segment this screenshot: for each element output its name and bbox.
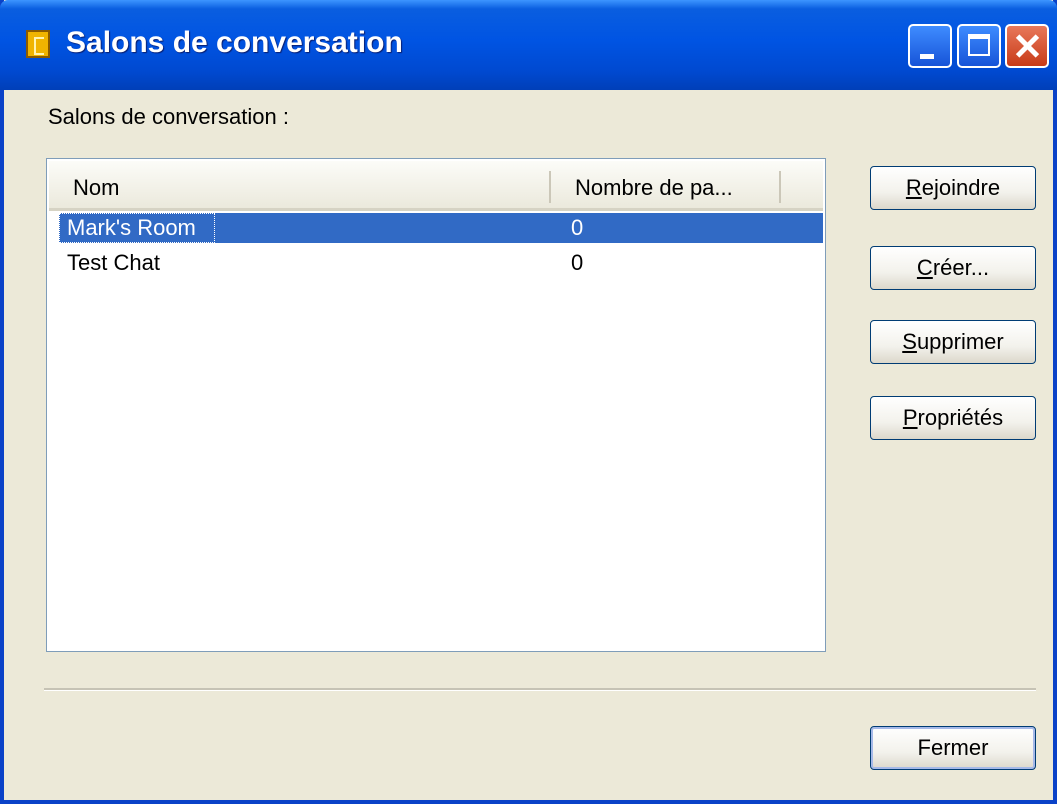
list-item[interactable]: Mark's Room 0 [59,213,823,247]
delete-mnemonic: S [902,329,917,354]
create-button[interactable]: Créer... [870,246,1036,290]
rooms-label: Salons de conversation : [48,104,289,129]
minimize-button[interactable] [908,24,952,68]
create-label: réer... [932,255,990,280]
room-name: Mark's Room [67,215,196,240]
properties-button[interactable]: Propriétés [870,396,1036,440]
dialog-window: Salons de conversation Salons de convers… [0,0,1057,804]
close-button[interactable]: Fermer [870,726,1036,770]
list-header: Nom Nombre de pa... [49,161,823,211]
delete-button[interactable]: Supprimer [870,320,1036,364]
column-separator[interactable] [549,171,551,203]
delete-label: upprimer [916,329,1004,354]
column-separator[interactable] [779,171,781,203]
close-window-button[interactable] [1005,24,1049,68]
join-mnemonic: R [905,175,922,200]
join-button[interactable]: Rejoindre [870,166,1036,210]
column-header-name[interactable]: Nom [73,175,119,201]
properties-label: ropriétés [917,405,1004,430]
rooms-list[interactable]: Nom Nombre de pa... Mark's Room 0 Test C… [46,158,826,652]
properties-mnemonic: P [902,405,918,430]
join-label: ejoindre [921,175,1001,200]
separator-line [44,688,1036,691]
maximize-button[interactable] [957,24,1001,68]
window-title: Salons de conversation [66,26,403,59]
chat-room-icon [26,30,50,58]
participant-count: 0 [571,215,584,240]
list-item[interactable]: Test Chat 0 [59,248,823,282]
participant-count: 0 [571,250,584,275]
title-bar[interactable]: Salons de conversation [0,0,1057,90]
create-mnemonic: C [916,255,933,280]
room-name: Test Chat [67,250,160,275]
column-header-participants[interactable]: Nombre de pa... [575,175,733,201]
